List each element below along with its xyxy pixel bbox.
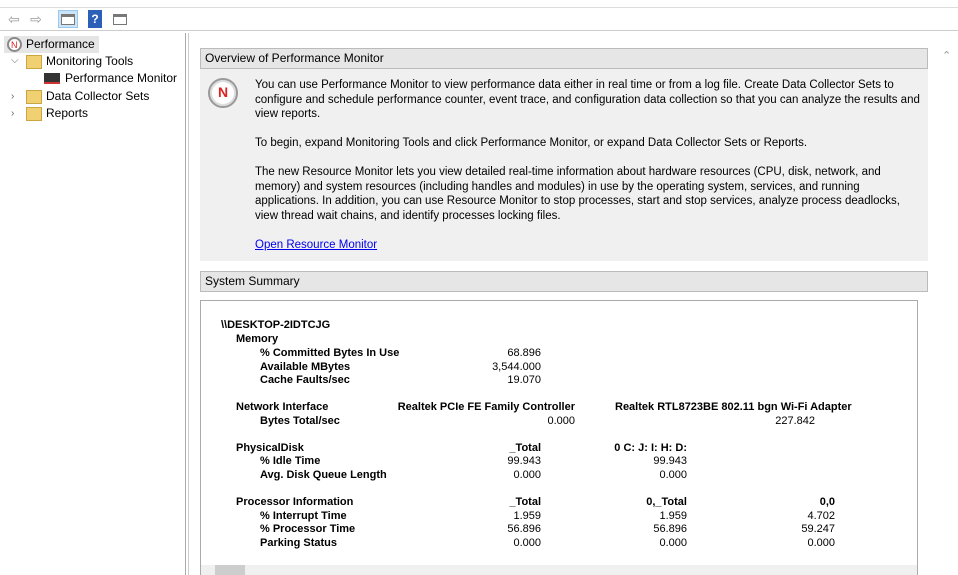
tree-item-reports[interactable]: Reports: [26, 105, 88, 122]
counter-value: 0.000: [659, 469, 687, 481]
instance-header: 0,0: [819, 496, 835, 508]
folder-reports-icon: [26, 107, 42, 121]
counter-value: 0.000: [807, 537, 835, 549]
overview-paragraph: The new Resource Monitor lets you view d…: [255, 166, 900, 222]
tree-item-label: Performance Monitor: [65, 71, 178, 85]
counter-label: Bytes Total/sec: [260, 415, 340, 427]
folder-data-collector-icon: [26, 90, 42, 104]
section-label: PhysicalDisk: [236, 442, 304, 454]
system-summary-header[interactable]: System Summary: [200, 271, 928, 292]
open-resource-monitor-link[interactable]: Open Resource Monitor: [255, 238, 377, 253]
tree-item-performance-monitor[interactable]: Performance Monitor: [44, 70, 177, 87]
section-label: Network Interface: [236, 401, 329, 413]
forward-arrow-icon[interactable]: ⇨: [26, 10, 46, 28]
tree-item-performance[interactable]: N Performance: [4, 36, 99, 53]
counter-value: 227.842: [775, 415, 815, 427]
console-tree: N Performance ⌵ Monitoring Tools Perform…: [0, 33, 186, 575]
toolbar: ⇦ ⇨ ?: [0, 8, 958, 31]
vertical-scrollbar[interactable]: ⌃: [938, 45, 958, 575]
horizontal-scrollbar[interactable]: [201, 565, 917, 575]
counter-value: 0.000: [547, 415, 575, 427]
counter-label: Cache Faults/sec: [260, 374, 350, 386]
scroll-up-icon[interactable]: ⌃: [942, 49, 951, 62]
counter-value: 99.943: [653, 455, 687, 467]
counter-label: Parking Status: [260, 537, 338, 549]
scrollbar-thumb[interactable]: [215, 565, 245, 575]
counter-value: 19.070: [507, 374, 541, 386]
counter-value: 3,544.000: [492, 361, 541, 373]
performance-gauge-icon: N: [7, 37, 22, 52]
counter-value: 4.702: [807, 510, 835, 522]
counter-label: Available MBytes: [260, 361, 351, 373]
instance-header: 0 C: J: I: H: D:: [614, 442, 687, 454]
counter-label: % Interrupt Time: [260, 510, 347, 522]
performance-monitor-icon: [44, 73, 60, 84]
chevron-right-icon[interactable]: ›: [11, 91, 14, 102]
folder-monitor-icon: [26, 55, 42, 69]
performance-gauge-icon: N: [208, 78, 238, 108]
tree-item-label: Reports: [46, 106, 89, 120]
counter-value: 68.896: [507, 347, 541, 359]
section-label: Memory: [236, 333, 279, 345]
counter-label: % Idle Time: [260, 455, 321, 467]
tree-item-data-collector-sets[interactable]: Data Collector Sets: [26, 88, 149, 105]
instance-header: Realtek PCIe FE Family Controller: [397, 401, 575, 413]
counter-value: 59.247: [801, 523, 835, 535]
overview-paragraph: You can use Performance Monitor to view …: [255, 79, 920, 120]
tree-item-label: Data Collector Sets: [46, 89, 150, 103]
tree-item-monitoring-tools[interactable]: Monitoring Tools: [26, 53, 133, 70]
overview-paragraph: To begin, expand Monitoring Tools and cl…: [255, 137, 808, 149]
title-bar: [0, 0, 958, 8]
section-label: Processor Information: [236, 496, 354, 508]
tree-item-label: Performance: [26, 37, 95, 51]
tree-item-label: Monitoring Tools: [46, 54, 134, 68]
overview-header[interactable]: Overview of Performance Monitor: [200, 48, 928, 69]
chevron-down-icon[interactable]: ⌵: [11, 55, 19, 66]
instance-header: Realtek RTL8723BE 802.11 bgn Wi-Fi Adapt…: [615, 401, 852, 413]
chevron-right-icon[interactable]: ›: [11, 108, 14, 119]
help-icon[interactable]: ?: [88, 10, 102, 28]
host-name: \\DESKTOP-2IDTCJG: [221, 319, 331, 331]
show-hide-console-tree-icon[interactable]: [58, 10, 78, 28]
show-hide-action-pane-icon[interactable]: [110, 10, 130, 28]
back-arrow-icon[interactable]: ⇦: [4, 10, 24, 28]
